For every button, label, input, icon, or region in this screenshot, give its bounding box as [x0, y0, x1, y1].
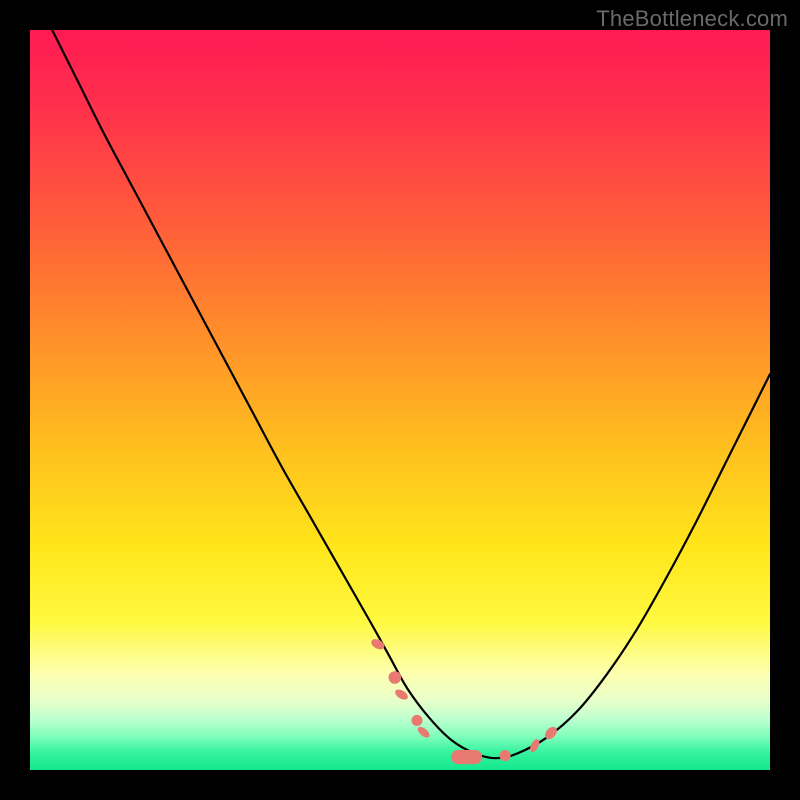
marker-dot — [411, 715, 422, 726]
marker-dot — [500, 750, 511, 761]
marker-capsule — [528, 738, 541, 754]
watermark-text: TheBottleneck.com — [596, 6, 788, 32]
marker-dot — [389, 671, 402, 684]
marker-capsule — [451, 750, 482, 764]
bottleneck-curve — [52, 30, 770, 758]
marker-capsule — [416, 725, 432, 740]
chart-svg — [30, 30, 770, 770]
marker-capsule — [370, 637, 387, 651]
curve-markers — [370, 637, 560, 764]
plot-area — [30, 30, 770, 770]
chart-frame: TheBottleneck.com — [0, 0, 800, 800]
